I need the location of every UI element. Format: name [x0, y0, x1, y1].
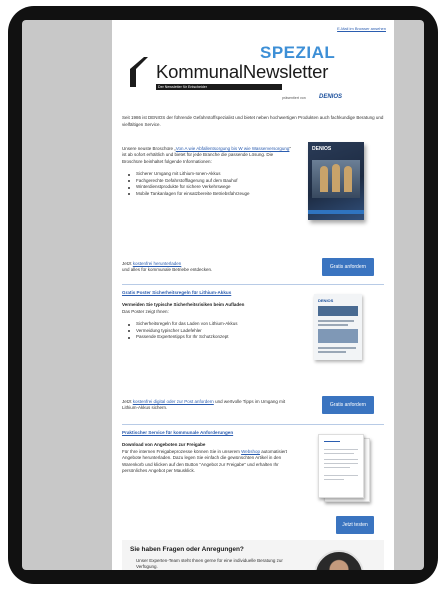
poster-cta-block: Jetzt kostenfrei digital oder zur Post a… — [112, 396, 394, 430]
poster-lead: Das Poster zeigt Ihnen: — [122, 308, 169, 314]
poster-request-link[interactable]: kostenfrei digital oder zur Post anforde… — [133, 399, 214, 404]
poster-graphic — [318, 306, 358, 316]
section-divider — [122, 284, 384, 285]
logo-subtitle: Der Newsletter für Entscheider — [156, 84, 282, 90]
service-title-link[interactable]: Praktischer Service für kommunale Anford… — [122, 430, 304, 436]
tablet-screen: E-Mail im Browser ansehen SPEZIAL Kommun… — [22, 20, 424, 570]
brochure-cover-image[interactable]: DENIOS — [308, 142, 364, 220]
expert-avatar — [314, 550, 364, 570]
service-test-button[interactable]: Jetzt testen — [336, 516, 374, 534]
intro-text: Seit 1986 ist DENIOS der führende Gefahr… — [122, 115, 384, 127]
poster-title-link[interactable]: Gratis Poster Sicherheitsregeln für Lith… — [122, 290, 302, 296]
poster-cta-row: Jetzt kostenfrei digital oder zur Post a… — [122, 396, 384, 416]
help-text: Unser Experten-Team steht Ihnen gerne fü… — [136, 558, 283, 570]
brochure-download-link[interactable]: kostenfrei herunterladen — [133, 261, 182, 266]
poster-preview-image[interactable]: DENIOS — [314, 294, 362, 360]
service-description: Praktischer Service für kommunale Anford… — [122, 430, 304, 474]
brochure-cta-block: Jetzt kostenfrei herunterladen und alles… — [112, 258, 394, 288]
webshop-link[interactable]: Webshop — [241, 449, 260, 454]
poster-graphic — [318, 329, 358, 343]
brochure-cta-text: Jetzt kostenfrei herunterladen und alles… — [122, 261, 282, 273]
list-item: Winterdienstprodukte für sichere Verkehr… — [128, 184, 292, 191]
doc-line — [324, 441, 340, 443]
list-item: Passende Expertentipps für Ihr Schutzkon… — [128, 334, 302, 341]
help-box: Sie haben Fragen oder Anregungen? Unser … — [122, 540, 384, 570]
brochure-request-button[interactable]: Gratis anfordern — [322, 258, 374, 276]
newsletter-email: E-Mail im Browser ansehen SPEZIAL Kommun… — [112, 20, 394, 570]
doc-line — [324, 453, 354, 455]
cta-suffix: und alles für kommunale Betriebe entdeck… — [122, 267, 213, 273]
offer-document-image — [318, 434, 364, 498]
presented-by-label: präsentiert von — [282, 96, 306, 100]
logo-spezial-badge: SPEZIAL — [260, 43, 336, 62]
poster-bullet-list: Sicherheitsregeln für das Laden von Lith… — [122, 321, 302, 341]
section-divider — [122, 424, 384, 425]
poster-cta-text: Jetzt kostenfrei digital oder zur Post a… — [122, 399, 292, 411]
brochure-cta-row: Jetzt kostenfrei herunterladen und alles… — [122, 258, 384, 278]
poster-description: Gratis Poster Sicherheitsregeln für Lith… — [122, 290, 302, 341]
brochure-link[interactable]: Von A wie Abfallentsorgung bis W wie Was… — [176, 146, 290, 151]
service-section: Praktischer Service für kommunale Anford… — [112, 430, 394, 534]
list-item: Fachgerechte Gefahrstofflagerung auf dem… — [128, 178, 292, 185]
doc-line — [324, 463, 358, 465]
logo-mark-icon — [130, 57, 148, 87]
poster-line — [318, 351, 346, 353]
doc-line — [324, 449, 358, 451]
brochure-bullet-list: Sicherer Umgang mit Lithium-Ionen-Akkus … — [122, 171, 292, 197]
cover-person-figure — [344, 166, 352, 192]
list-item: Sicherheitsregeln für das Laden von Lith… — [128, 321, 302, 328]
tablet-frame: E-Mail im Browser ansehen SPEZIAL Kommun… — [8, 6, 438, 584]
list-item: Sicherer Umgang mit Lithium-Ionen-Akkus — [128, 171, 292, 178]
cta-prefix: Jetzt — [122, 399, 133, 404]
service-text-prefix: Für Ihre internen Freigabeprozesse könne… — [122, 448, 242, 454]
cta-prefix: Jetzt — [122, 261, 133, 266]
brochure-text-prefix: Unsere neuste Broschüre „ — [122, 146, 176, 151]
logo-title: KommunalNewsletter — [156, 61, 329, 82]
poster-line — [318, 324, 348, 326]
brochure-cover-brand: DENIOS — [312, 146, 332, 152]
doc-line — [324, 475, 358, 477]
poster-line — [318, 347, 356, 349]
help-block: Sie haben Fragen oder Anregungen? Unser … — [112, 534, 394, 570]
brochure-section: Unsere neuste Broschüre „Von A wie Abfal… — [112, 142, 394, 258]
view-in-browser-link[interactable]: E-Mail im Browser ansehen — [112, 20, 394, 31]
cover-person-figure — [320, 166, 328, 192]
brochure-description: Unsere neuste Broschüre „Von A wie Abfal… — [122, 146, 292, 198]
help-title: Sie haben Fragen oder Anregungen? — [130, 546, 244, 553]
doc-line — [324, 467, 350, 469]
list-item: Vermeidung typischer Ladefehler — [128, 328, 302, 335]
cover-person-figure — [332, 164, 340, 192]
poster-request-button[interactable]: Gratis anfordern — [322, 396, 374, 414]
doc-line — [324, 479, 344, 481]
sponsor-logo[interactable]: DENIOS — [319, 94, 342, 100]
poster-brand: DENIOS — [318, 298, 334, 303]
brochure-cover-band — [308, 210, 364, 214]
list-item: Mobile Tankanlagen für einsatzbereite Be… — [128, 191, 292, 198]
newsletter-logo: SPEZIAL KommunalNewsletter Der Newslette… — [112, 39, 394, 101]
poster-section: Gratis Poster Sicherheitsregeln für Lith… — [112, 288, 394, 396]
poster-line — [318, 320, 354, 322]
doc-line — [324, 459, 358, 461]
service-text: Für Ihre internen Freigabeprozesse könne… — [122, 449, 304, 475]
